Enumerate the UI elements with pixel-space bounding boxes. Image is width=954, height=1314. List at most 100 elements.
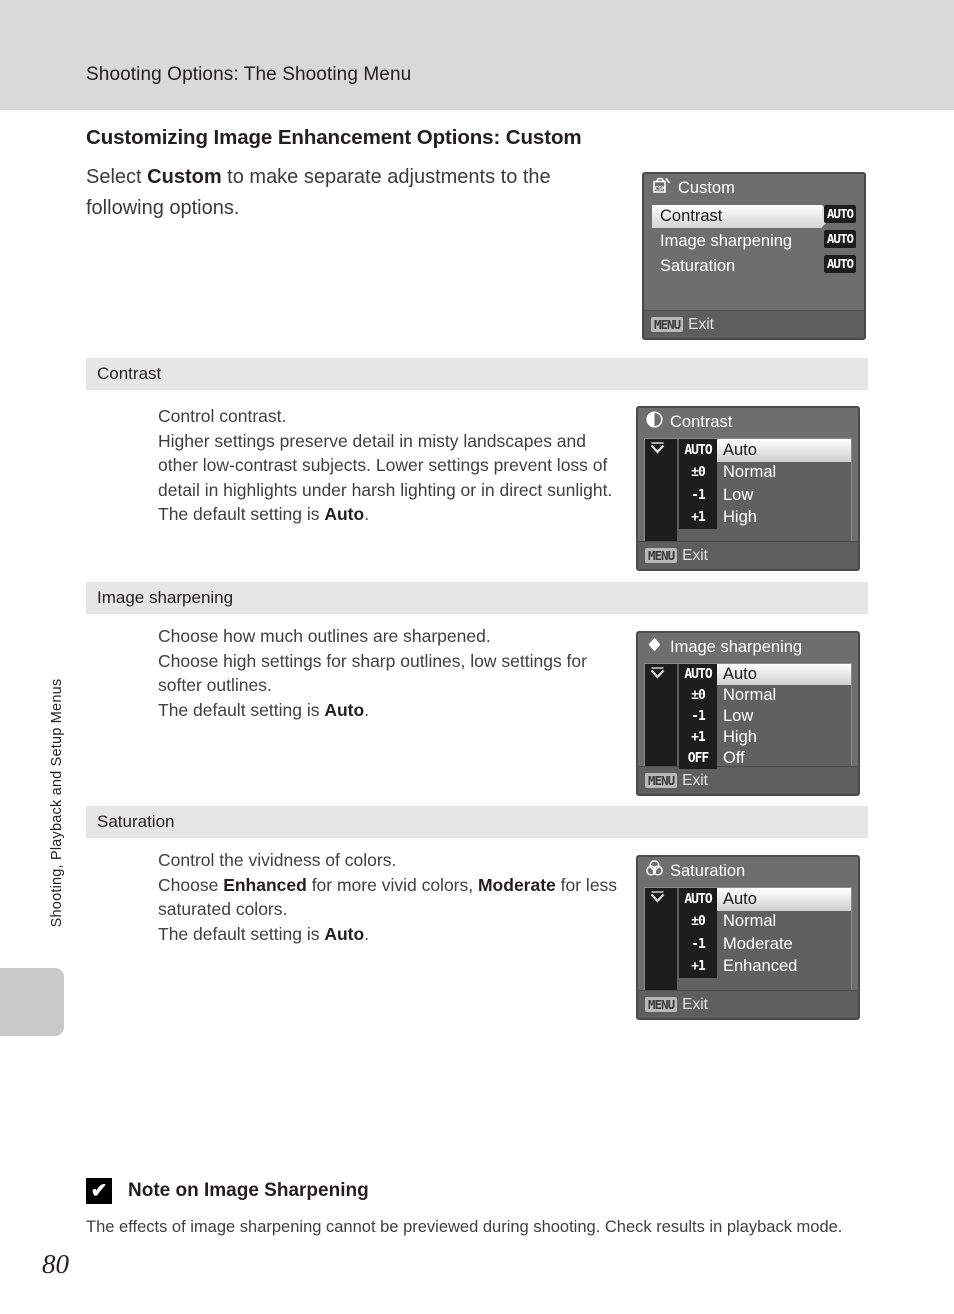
exit-label: Exit bbox=[682, 771, 708, 789]
auto-badge: AUTO bbox=[823, 230, 856, 248]
section-bar-saturation: Saturation bbox=[86, 806, 868, 838]
lcd-screen-custom: CSM Custom Contrast AUTO Image sharpenin… bbox=[642, 172, 866, 340]
auto-badge: AUTO bbox=[823, 255, 856, 273]
lcd-contrast-header: Contrast bbox=[638, 408, 858, 436]
lcd-custom-row-label: Contrast bbox=[660, 207, 723, 225]
section-body-saturation: Control the vividness of colors. Choose … bbox=[158, 848, 628, 946]
section-bar-label: Saturation bbox=[97, 812, 175, 831]
lcd-custom-row-label: Image sharpening bbox=[660, 232, 793, 250]
option-value-badge: AUTO bbox=[679, 439, 717, 462]
option-label: Moderate bbox=[723, 934, 793, 953]
section-bar-label: Image sharpening bbox=[97, 588, 234, 607]
note-body: The effects of image sharpening cannot b… bbox=[86, 1218, 843, 1236]
lcd-custom-title: Custom bbox=[678, 178, 735, 197]
lcd-contrast-title: Contrast bbox=[670, 412, 733, 431]
lcd-saturation-option-enhanced[interactable]: +1 Enhanced bbox=[645, 955, 851, 978]
option-label: Enhanced bbox=[723, 957, 798, 976]
menu-button-chip: MENU bbox=[645, 772, 678, 789]
csm-icon: CSM bbox=[652, 176, 671, 200]
lcd-sharpening-header: Image sharpening bbox=[638, 633, 858, 661]
body-line: Control contrast. bbox=[158, 406, 287, 426]
section-bar-sharpening: Image sharpening bbox=[86, 582, 868, 614]
lcd-saturation-header: Saturation bbox=[638, 857, 858, 885]
body-line: Choose high settings for sharp outlines,… bbox=[158, 650, 587, 696]
option-value-badge: AUTO bbox=[679, 664, 717, 685]
option-value-badge: ±0 bbox=[679, 910, 717, 933]
body-line: Higher settings preserve detail in misty… bbox=[158, 430, 613, 500]
option-value-badge: +1 bbox=[679, 506, 717, 529]
lcd-sharpening-option-auto[interactable]: AUTO Auto bbox=[645, 664, 851, 685]
intro-paragraph: Select Custom to make separate adjustmen… bbox=[86, 162, 610, 224]
option-value-badge: AUTO bbox=[679, 888, 717, 911]
body-line-default: The default setting is Auto. bbox=[158, 923, 370, 944]
lcd-sharpening-title: Image sharpening bbox=[670, 637, 803, 656]
lcd-sharpening-option-high[interactable]: +1 High bbox=[645, 727, 851, 748]
option-label: High bbox=[723, 728, 757, 746]
lcd-custom-row-label: Saturation bbox=[660, 257, 736, 275]
lcd-contrast-option-low[interactable]: -1 Low bbox=[645, 484, 851, 507]
option-label: Normal bbox=[723, 912, 777, 931]
body-line-default: The default setting is Auto. bbox=[158, 699, 370, 720]
option-value-badge: ±0 bbox=[679, 685, 717, 706]
lcd-sharpening-option-low[interactable]: -1 Low bbox=[645, 706, 851, 727]
saturation-icon bbox=[646, 860, 663, 882]
exit-label: Exit bbox=[688, 315, 714, 333]
lcd-contrast-options: AUTO Auto ±0 Normal -1 Low +1 High bbox=[644, 438, 852, 542]
exit-label: Exit bbox=[682, 546, 708, 564]
lcd-custom-footer[interactable]: MENU Exit bbox=[644, 310, 864, 338]
lcd-custom-row-saturation[interactable]: Saturation AUTO bbox=[644, 254, 864, 279]
current-setting-check-icon bbox=[649, 667, 665, 682]
lcd-screen-saturation: Saturation AUTO Auto ±0 Normal -1 Modera… bbox=[636, 855, 860, 1020]
lcd-saturation-option-moderate[interactable]: -1 Moderate bbox=[645, 933, 851, 956]
option-label: High bbox=[723, 508, 757, 527]
lcd-contrast-option-normal[interactable]: ±0 Normal bbox=[645, 461, 851, 484]
lcd-custom-row-sharpening[interactable]: Image sharpening AUTO bbox=[644, 229, 864, 254]
current-setting-check-icon bbox=[649, 442, 665, 457]
body-line: Control the vividness of colors. bbox=[158, 850, 397, 870]
lcd-saturation-option-auto[interactable]: AUTO Auto bbox=[645, 888, 851, 911]
option-value-badge: -1 bbox=[679, 706, 717, 727]
section-body-contrast: Control contrast. Higher settings preser… bbox=[158, 404, 628, 527]
lcd-custom-header: CSM Custom bbox=[644, 174, 864, 202]
body-line-rich: Choose Enhanced for more vivid colors, M… bbox=[158, 874, 618, 920]
sharpening-icon bbox=[646, 636, 663, 658]
lcd-contrast-option-auto[interactable]: AUTO Auto bbox=[645, 439, 851, 462]
lcd-custom-row-contrast[interactable]: Contrast AUTO bbox=[644, 204, 864, 229]
lcd-sharpening-footer[interactable]: MENU Exit bbox=[638, 766, 858, 794]
option-label: Normal bbox=[723, 686, 777, 704]
svg-text:CSM: CSM bbox=[655, 185, 666, 193]
menu-button-chip: MENU bbox=[645, 547, 678, 564]
body-line-default: The default setting is Auto. bbox=[158, 504, 370, 525]
intro-pre: Select bbox=[86, 166, 148, 188]
exit-label: Exit bbox=[682, 995, 708, 1013]
lcd-saturation-footer[interactable]: MENU Exit bbox=[638, 990, 858, 1018]
body-line: Choose how much outlines are sharpened. bbox=[158, 626, 491, 646]
option-value-badge: +1 bbox=[679, 727, 717, 748]
lcd-screen-sharpening: Image sharpening AUTO Auto ±0 Normal -1 … bbox=[636, 631, 860, 796]
page-content: Customizing Image Enhancement Options: C… bbox=[0, 0, 954, 1314]
section-body-sharpening: Choose how much outlines are sharpened. … bbox=[158, 624, 628, 722]
menu-button-chip: MENU bbox=[651, 316, 684, 333]
option-value-badge: -1 bbox=[679, 933, 717, 956]
option-value-badge: -1 bbox=[679, 484, 717, 507]
lcd-contrast-footer[interactable]: MENU Exit bbox=[638, 541, 858, 569]
lcd-saturation-option-normal[interactable]: ±0 Normal bbox=[645, 910, 851, 933]
option-value-badge: ±0 bbox=[679, 461, 717, 484]
lcd-sharpening-options: AUTO Auto ±0 Normal -1 Low +1 High OFF O… bbox=[644, 663, 852, 769]
checkmark-note-icon: ✔ bbox=[86, 1178, 112, 1204]
lcd-contrast-option-high[interactable]: +1 High bbox=[645, 506, 851, 529]
page-title: Customizing Image Enhancement Options: C… bbox=[86, 126, 582, 149]
option-value-badge: OFF bbox=[679, 748, 717, 769]
lcd-sharpening-option-normal[interactable]: ±0 Normal bbox=[645, 685, 851, 706]
section-bar-contrast: Contrast bbox=[86, 358, 868, 390]
lcd-screen-contrast: Contrast AUTO Auto ±0 Normal -1 Low +1 H… bbox=[636, 406, 860, 571]
option-label: Low bbox=[723, 485, 754, 504]
menu-button-chip: MENU bbox=[645, 996, 678, 1013]
option-label: Auto bbox=[723, 665, 757, 683]
option-label: Auto bbox=[723, 889, 757, 908]
current-setting-check-icon bbox=[649, 891, 665, 906]
option-label: Auto bbox=[723, 440, 757, 459]
lcd-custom-list: Contrast AUTO Image sharpening AUTO Satu… bbox=[644, 202, 864, 279]
lcd-saturation-title: Saturation bbox=[670, 861, 746, 880]
option-label: Low bbox=[723, 707, 754, 725]
